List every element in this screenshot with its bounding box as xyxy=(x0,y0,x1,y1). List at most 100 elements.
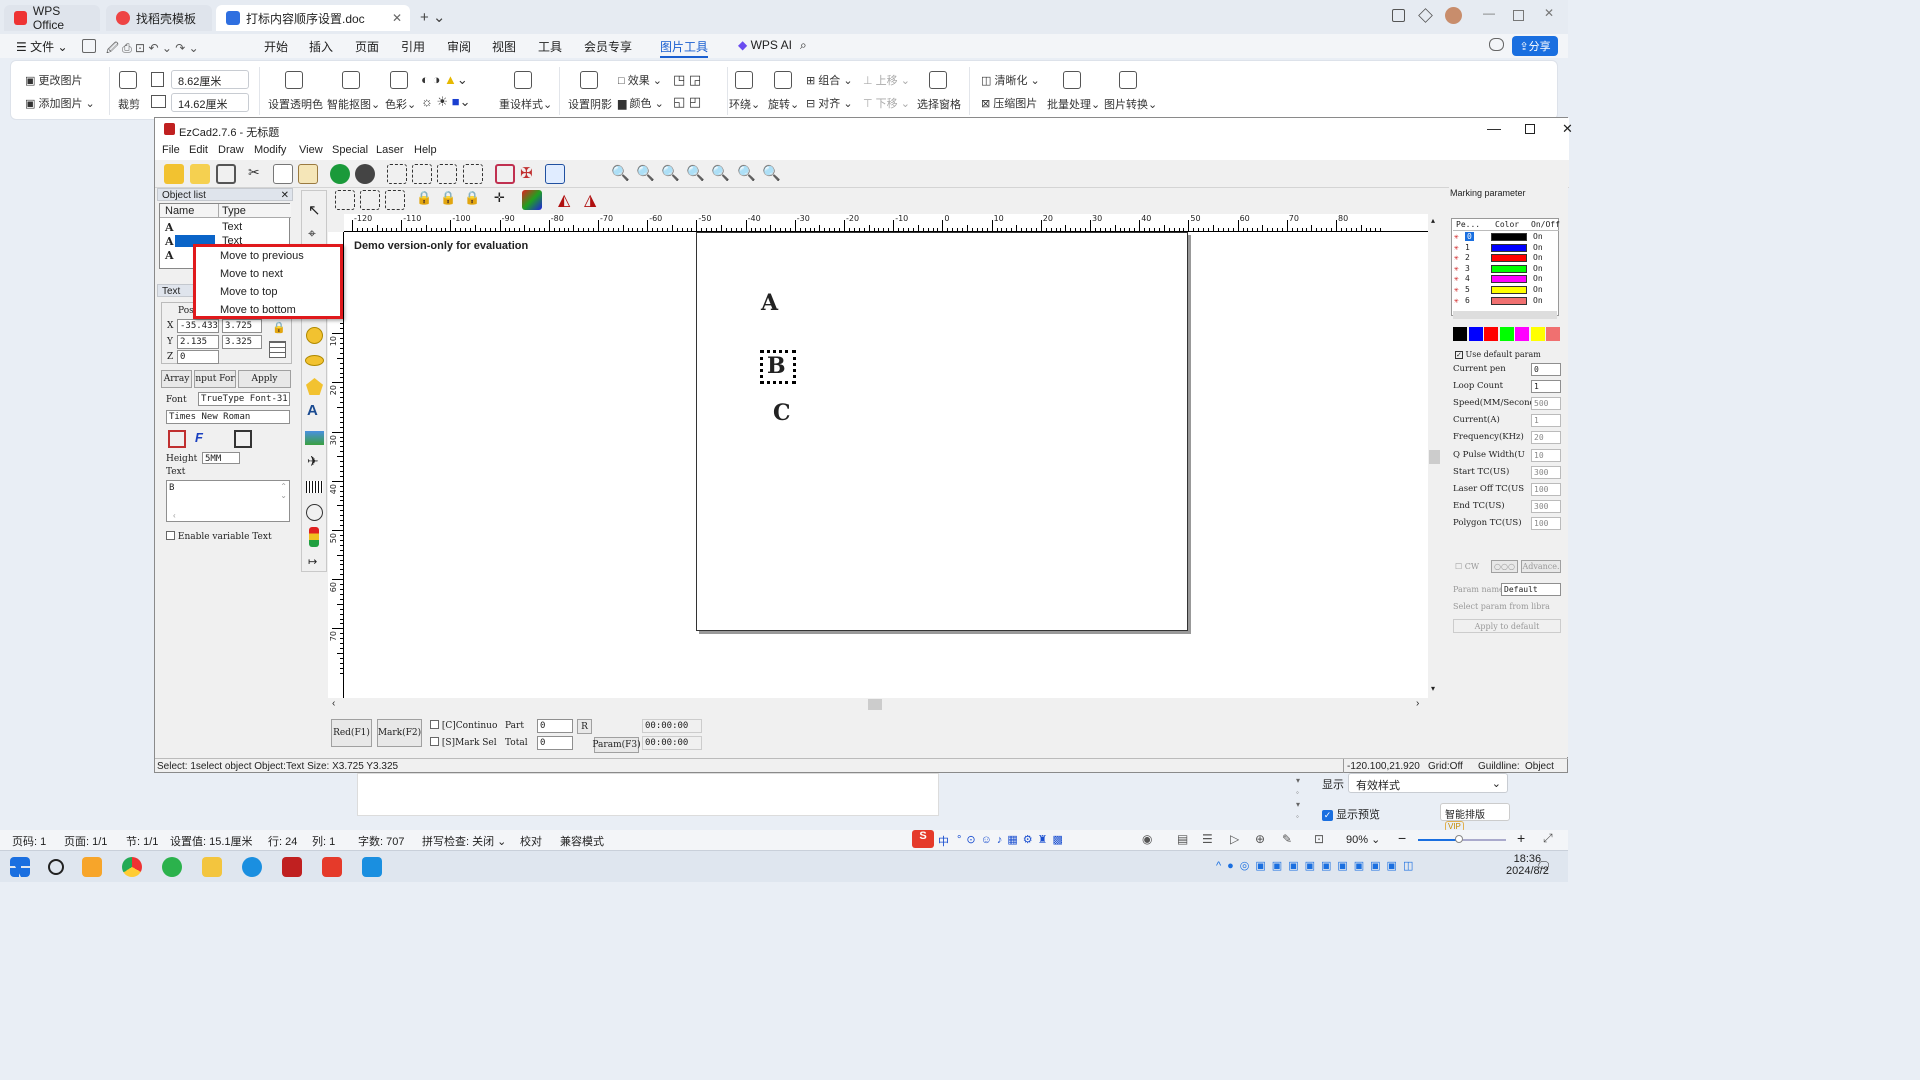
red-light-button[interactable]: Red(F1) xyxy=(331,719,372,747)
scroll-thumb[interactable] xyxy=(1429,450,1440,464)
enable-variable-checkbox[interactable]: Enable variable Text xyxy=(166,531,272,542)
select-param-label[interactable]: Select param from libra xyxy=(1453,602,1550,611)
shadow-offset-icons-2[interactable]: ◱ ◰ xyxy=(673,94,701,110)
lock-ratio-icon[interactable]: 🔒 xyxy=(272,321,286,334)
scroll-left-icon[interactable]: ‹ xyxy=(173,511,176,520)
sogou-ime-icon[interactable]: S xyxy=(912,830,934,848)
redo-icon[interactable] xyxy=(355,164,375,184)
param-input[interactable]: 1 xyxy=(1531,380,1561,394)
wrap-icon[interactable] xyxy=(735,71,753,89)
pen-onoff[interactable]: On xyxy=(1533,264,1543,273)
crop-label[interactable]: 裁剪 xyxy=(118,96,140,112)
show-preview-checkbox[interactable]: ✓ 显示预览 xyxy=(1322,806,1380,822)
minimize-icon[interactable]: — xyxy=(1483,6,1495,20)
brightness-icons[interactable]: ◐ ◑ ▲⌄ xyxy=(421,72,468,88)
palette-swatch[interactable] xyxy=(1546,327,1560,341)
status-proof[interactable]: 校对 xyxy=(520,833,542,849)
search-icon[interactable]: ⌕ xyxy=(800,38,807,53)
pen-row[interactable]: ✳ 5 On xyxy=(1453,285,1559,295)
advance-button[interactable]: Advance. xyxy=(1521,560,1561,573)
pen-row[interactable]: ✳ 4 On xyxy=(1453,274,1559,284)
palette-swatch[interactable] xyxy=(1468,327,1483,341)
hatch-icon[interactable] xyxy=(495,164,515,184)
close-icon[interactable]: ✕ xyxy=(1562,121,1573,137)
wechat-icon[interactable] xyxy=(162,857,182,877)
text-object-b[interactable]: B xyxy=(767,353,786,379)
calculator-icon[interactable] xyxy=(545,164,565,184)
output-port-icon[interactable]: ↦ xyxy=(308,555,317,568)
array-button[interactable]: Array xyxy=(161,370,192,388)
wps-ai-button[interactable]: ◆ WPS AI xyxy=(738,38,792,52)
zoom-out-icon[interactable]: − xyxy=(1398,830,1406,846)
zoom-in-icon[interactable]: 🔍 xyxy=(661,164,681,184)
select-group-icon[interactable] xyxy=(437,164,457,184)
combine-icon[interactable] xyxy=(335,190,355,210)
pen-color-swatch[interactable] xyxy=(1491,286,1527,294)
avatar[interactable] xyxy=(1445,7,1462,24)
bitmap-icon[interactable] xyxy=(305,431,324,445)
menu-tools[interactable]: 工具 xyxy=(538,38,562,55)
text-object-c[interactable]: C xyxy=(773,400,791,426)
zoom-in-icon[interactable]: + xyxy=(1517,830,1525,846)
pointer-icon[interactable]: ↖ xyxy=(308,201,321,219)
color-effect-icon[interactable] xyxy=(390,71,408,89)
crop-icon[interactable] xyxy=(119,71,137,89)
close-panel-icon[interactable]: ✕ xyxy=(281,190,289,201)
app-2-icon[interactable] xyxy=(362,857,382,877)
cube-icon[interactable] xyxy=(1418,8,1433,23)
copy-icon[interactable] xyxy=(273,164,293,184)
param-input[interactable]: 300 xyxy=(1531,499,1561,513)
pen-onoff[interactable]: On xyxy=(1533,285,1543,294)
param-input[interactable]: 10 xyxy=(1531,448,1561,462)
status-page[interactable]: 页码: 1 xyxy=(12,833,46,849)
z-input[interactable]: 0 xyxy=(177,350,219,364)
set-shadow-button[interactable]: 设置阴影 xyxy=(568,96,612,112)
text-tool-icon[interactable]: A xyxy=(307,402,318,419)
pen-color-swatch[interactable] xyxy=(1491,264,1527,273)
status-words[interactable]: 字数: 707 xyxy=(358,833,404,849)
param-input[interactable]: 20 xyxy=(1531,431,1561,445)
pen-color-swatch[interactable] xyxy=(1491,275,1527,284)
font-type-select[interactable]: TrueType Font-31 xyxy=(198,392,290,406)
convert-button[interactable]: 图片转换⌄ xyxy=(1104,96,1157,112)
explorer-icon[interactable] xyxy=(202,857,222,877)
menu-reference[interactable]: 引用 xyxy=(401,38,425,55)
pen-row[interactable]: ✳ 3 On xyxy=(1453,264,1559,274)
preset-style-button[interactable]: 重设样式⌄ xyxy=(499,96,552,112)
new-file-icon[interactable] xyxy=(164,164,184,184)
total-input[interactable]: 0 xyxy=(537,736,573,750)
width-input[interactable]: 8.62厘米 xyxy=(171,70,249,89)
tray-icons[interactable]: ^●◎▣▣▣▣▣▣▣▣▣◫ xyxy=(1216,859,1419,872)
tab-document[interactable]: 打标内容顺序设置.doc ✕ xyxy=(216,5,410,31)
circle-icon[interactable] xyxy=(306,327,323,344)
vertical-scrollbar[interactable]: ▴ ▾ xyxy=(1428,214,1442,698)
polygon-icon[interactable] xyxy=(306,378,323,395)
effect-button[interactable]: □ 效果 ⌄ xyxy=(618,72,662,88)
tools-icon[interactable]: ✠ xyxy=(520,164,540,184)
ime-toolbar-icons[interactable]: °⊙☺♪▦⚙♜▩ xyxy=(957,833,1068,846)
param-button[interactable]: Param(F3) xyxy=(592,737,641,753)
chrome-icon[interactable] xyxy=(122,857,142,877)
menu-insert[interactable]: 插入 xyxy=(309,38,333,55)
pen-onoff[interactable]: On xyxy=(1533,243,1543,252)
mirror-v-icon[interactable]: ◮ xyxy=(584,190,604,210)
menu-view[interactable]: 视图 xyxy=(492,38,516,55)
pen-color-swatch[interactable] xyxy=(1491,233,1527,241)
share-button[interactable]: ⇪ 分享 xyxy=(1512,36,1558,56)
maximize-icon[interactable] xyxy=(1525,124,1535,134)
pen-row[interactable]: ✳ 0 On xyxy=(1453,232,1559,242)
play-icon[interactable]: ▷ xyxy=(1230,832,1239,846)
menu-modify[interactable]: Modify xyxy=(254,144,286,156)
outline-icon[interactable]: ☰ xyxy=(1202,832,1213,846)
quick-tools-icon[interactable]: 🖉 ⎙ ⊡ ↶ ⌄ ↷ ⌄ xyxy=(106,39,199,60)
param-input[interactable]: 500 xyxy=(1531,397,1561,411)
param-input[interactable]: 100 xyxy=(1531,516,1561,530)
select-all-icon[interactable] xyxy=(387,164,407,184)
menu-page[interactable]: 页面 xyxy=(355,38,379,55)
color-icon[interactable] xyxy=(522,190,542,210)
batch-button[interactable]: 批量处理⌄ xyxy=(1047,96,1100,112)
table-row[interactable]: A Text xyxy=(160,220,291,234)
add-image-button[interactable]: ▣ 添加图片 ⌄ xyxy=(25,95,95,111)
menu-file[interactable]: File xyxy=(162,144,180,156)
fit-icon[interactable]: ⊡ xyxy=(1314,832,1324,846)
